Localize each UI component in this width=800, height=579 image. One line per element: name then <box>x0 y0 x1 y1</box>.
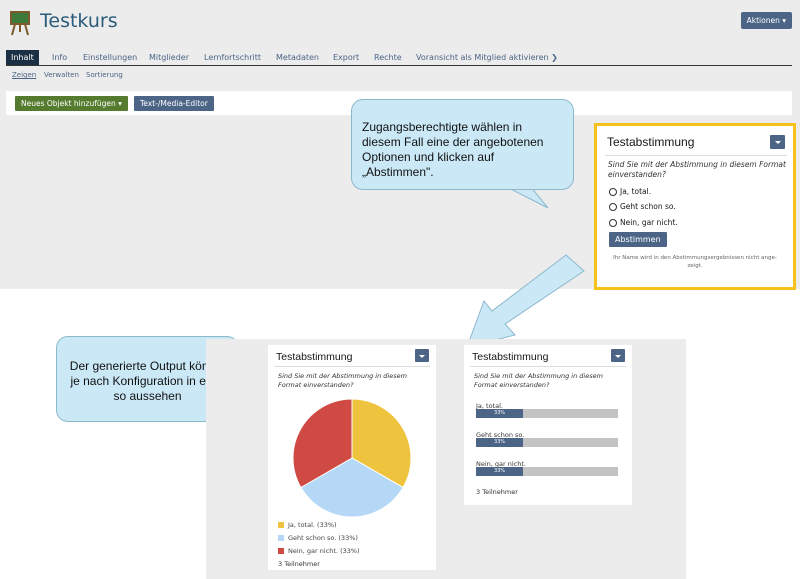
add-object-button[interactable]: Neues Objekt hinzufügen ▾ <box>15 96 128 111</box>
poll-option-label: Ja, total. <box>620 187 652 196</box>
poll-result-bar-panel: Testabstimmung Sind Sie mit der Abstimmu… <box>464 345 632 505</box>
participant-count: 3 Teilnehmer <box>278 560 320 568</box>
poll-title: Testabstimmung <box>607 135 695 149</box>
tab-metadata[interactable]: Metadaten <box>276 50 319 65</box>
radio-button[interactable] <box>609 218 617 227</box>
bar-value: 33% <box>493 410 506 416</box>
bar-value: 33% <box>493 468 506 474</box>
course-tabs: Inhalt Info Einstellungen Mitglieder Ler… <box>6 50 792 66</box>
poll-result-pie-panel: Testabstimmung Sind Sie mit der Abstimmu… <box>268 345 436 570</box>
course-header: Testkurs Aktionen ▾ <box>0 0 800 46</box>
poll-actions-dropdown[interactable] <box>415 349 429 362</box>
poll-option-no[interactable]: Nein, gar nicht. <box>609 218 678 227</box>
tab-content[interactable]: Inhalt <box>6 50 39 65</box>
tab-settings[interactable]: Einstellungen <box>83 50 137 65</box>
subtab-show[interactable]: Zeigen <box>12 71 36 79</box>
subtab-sorting[interactable]: Sortierung <box>86 71 123 79</box>
result-bar-ok: 33% <box>476 438 618 447</box>
subtab-manage[interactable]: Verwalten <box>44 71 79 79</box>
poll-question: Sind Sie mit der Abstimmung in diesem Fo… <box>474 372 603 389</box>
legend-item-yes: Ja, total. (33%) <box>278 521 337 529</box>
bar-value: 33% <box>493 439 506 445</box>
poll-question: Sind Sie mit der Abstimmung in diesem Fo… <box>278 372 407 389</box>
legend-label: Ja, total. (33%) <box>288 521 337 529</box>
poll-actions-dropdown[interactable] <box>770 135 785 149</box>
legend-item-ok: Geht schon so. (33%) <box>278 534 358 542</box>
poll-option-label: Nein, gar nicht. <box>620 218 678 227</box>
text-media-editor-button[interactable]: Text-/Media-Editor <box>134 96 214 111</box>
poll-title: Testabstimmung <box>276 351 353 363</box>
legend-label: Nein, gar nicht. (33%) <box>288 547 360 555</box>
poll-title-divider <box>470 366 626 367</box>
tab-member-preview[interactable]: Voransicht als Mitglied aktivieren ❯ <box>416 50 558 65</box>
radio-button[interactable] <box>609 187 617 196</box>
legend-item-no: Nein, gar nicht. (33%) <box>278 547 360 555</box>
poll-option-yes[interactable]: Ja, total. <box>609 187 651 196</box>
tab-members[interactable]: Mitglieder <box>149 50 189 65</box>
poll-option-label: Geht schon so. <box>620 202 676 211</box>
actions-dropdown-button[interactable]: Aktionen ▾ <box>740 12 792 29</box>
legend-swatch <box>278 522 284 528</box>
vote-button[interactable]: Abstimmen <box>609 232 667 247</box>
legend-swatch <box>278 548 284 554</box>
tab-export[interactable]: Export <box>333 50 359 65</box>
course-board-icon <box>10 11 30 36</box>
results-preview-area: Testabstimmung Sind Sie mit der Abstimmu… <box>206 339 686 579</box>
tab-info[interactable]: Info <box>52 50 67 65</box>
poll-option-ok[interactable]: Geht schon so. <box>609 202 676 211</box>
poll-question: Sind Sie mit der Abstimmung in diesem Fo… <box>608 160 786 179</box>
poll-title: Testabstimmung <box>472 351 549 363</box>
legend-swatch <box>278 535 284 541</box>
radio-button[interactable] <box>609 202 617 211</box>
participant-count: 3 Teilnehmer <box>476 488 518 496</box>
poll-title-divider <box>274 366 430 367</box>
tab-learning-progress[interactable]: Lernfortschritt <box>204 50 261 65</box>
result-pie-chart <box>292 398 412 518</box>
poll-title-divider <box>605 155 787 156</box>
poll-panel-highlighted: Testabstimmung Sind Sie mit der Abstimmu… <box>594 123 796 290</box>
result-bar-yes: 33% <box>476 409 618 418</box>
course-title: Testkurs <box>40 10 118 32</box>
legend-label: Geht schon so. (33%) <box>288 534 358 542</box>
tab-permissions[interactable]: Rechte <box>374 50 402 65</box>
result-bar-no: 33% <box>476 467 618 476</box>
poll-actions-dropdown[interactable] <box>611 349 625 362</box>
callout-voting-explanation: Zugangsberechtigte wählen in diesem Fall… <box>351 99 574 190</box>
anonymity-note: Ihr Name wird in den Abstimmungsergebnis… <box>613 255 777 269</box>
